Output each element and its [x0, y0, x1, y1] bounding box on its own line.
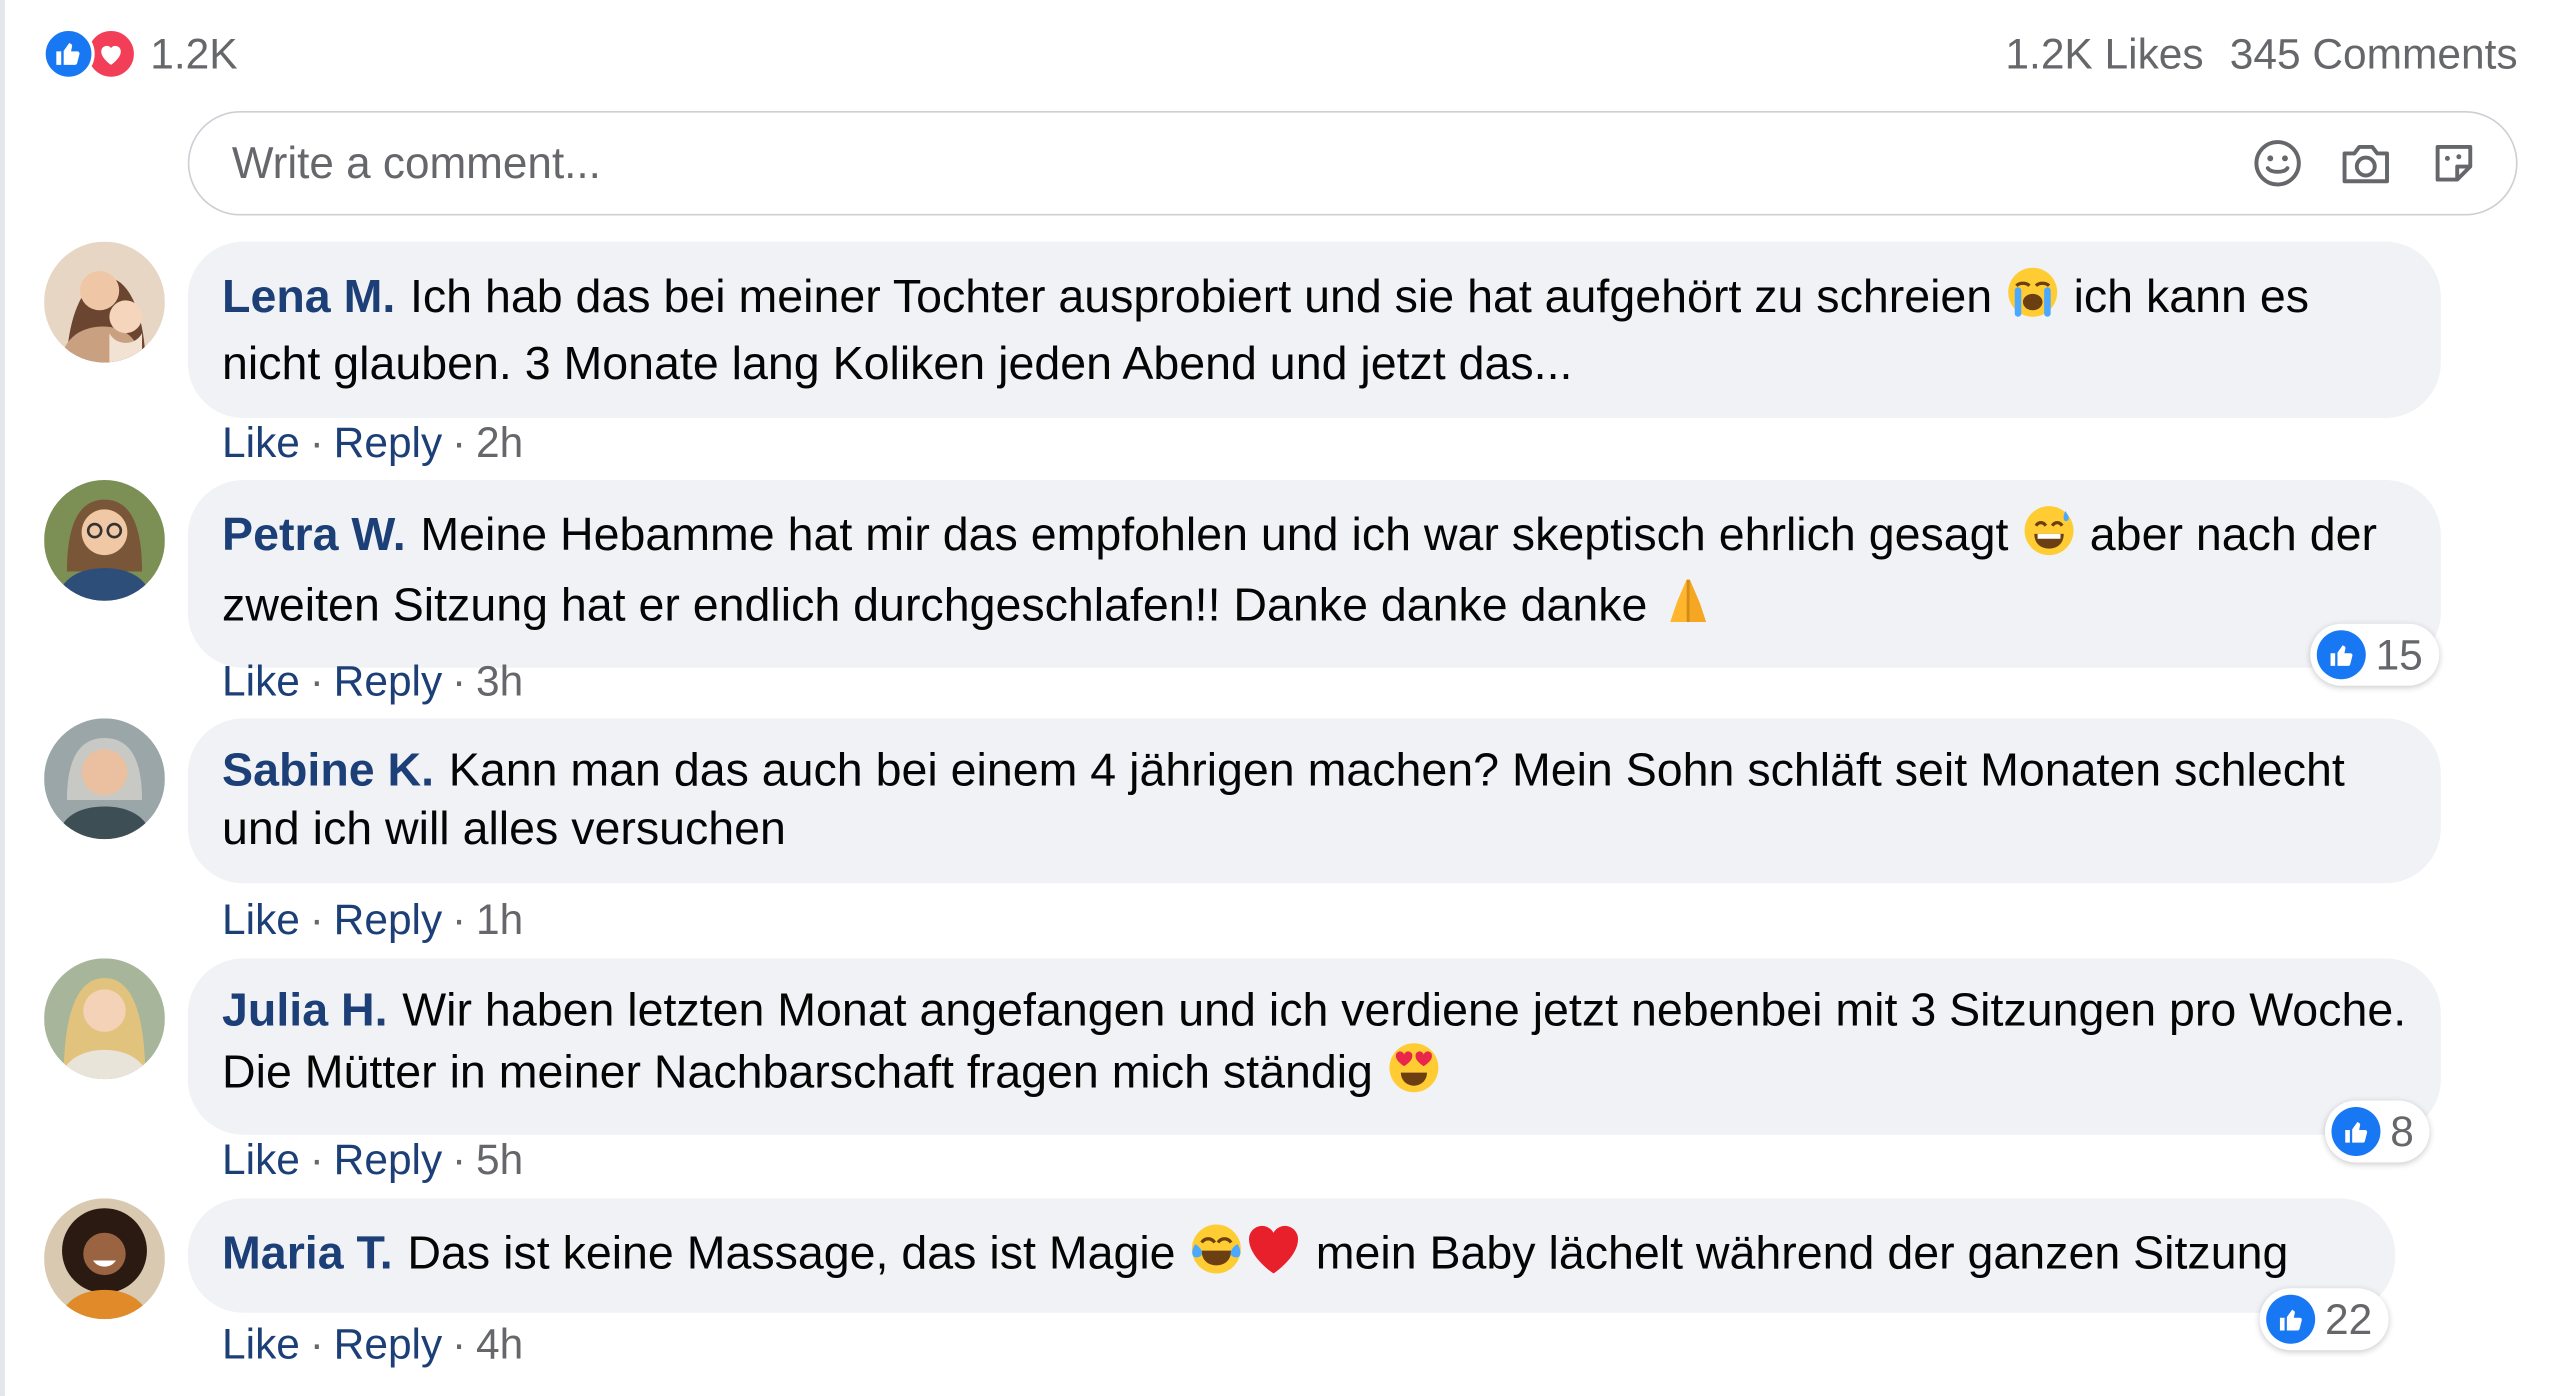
- comment-bubble: Lena M. Ich hab das bei meiner Tochter au…: [187, 241, 2441, 418]
- comment-author[interactable]: Lena M.: [222, 271, 395, 323]
- comment-text: Kann man das auch bei einem 4 jährigen m…: [222, 744, 2345, 856]
- reply-button[interactable]: Reply: [334, 1319, 443, 1370]
- separator: ·: [452, 417, 467, 467]
- comment-text: Das ist keine Massage, das ist Magie: [407, 1227, 1176, 1281]
- folded-hands-emoji: [1660, 573, 1716, 643]
- like-icon: [42, 27, 95, 81]
- crying-face-emoji: [2005, 264, 2061, 334]
- reply-button[interactable]: Reply: [334, 1135, 443, 1186]
- like-comment-button[interactable]: Like: [222, 418, 300, 469]
- grinning-sweat-emoji: [2021, 503, 2077, 573]
- left-border: [0, 0, 5, 1396]
- like-comment-button[interactable]: Like: [222, 1319, 300, 1370]
- separator: ·: [309, 1134, 324, 1184]
- comment-actions: Like · Reply · 3h: [222, 656, 523, 707]
- camera-icon[interactable]: [2340, 137, 2392, 189]
- comment-like-badge[interactable]: 15: [2310, 623, 2440, 686]
- reaction-summary[interactable]: 1.2K: [42, 27, 238, 81]
- like-icon: [2266, 1294, 2316, 1344]
- blonde-woman-avatar[interactable]: [44, 958, 165, 1080]
- separator: ·: [309, 1319, 324, 1369]
- like-count: 15: [2375, 629, 2423, 679]
- comment-input[interactable]: [228, 136, 2252, 191]
- tears-of-joy-emoji: [1189, 1221, 1245, 1291]
- like-count: 8: [2390, 1106, 2414, 1156]
- reaction-summary-bar: 1.2K 1.2K Likes 345 Comments: [42, 23, 2518, 85]
- comment-actions: Like · Reply · 2h: [222, 418, 523, 469]
- curly-haired-woman-avatar[interactable]: [44, 1198, 165, 1320]
- comment-author[interactable]: Julia H.: [222, 985, 388, 1037]
- comment-timestamp[interactable]: 4h: [476, 1319, 523, 1370]
- sticker-icon[interactable]: [2428, 137, 2480, 189]
- separator: ·: [452, 656, 467, 706]
- comment-timestamp[interactable]: 3h: [476, 656, 523, 707]
- separator: ·: [452, 894, 467, 944]
- separator: ·: [452, 1319, 467, 1369]
- like-comment-button[interactable]: Like: [222, 1135, 300, 1186]
- comment-actions: Like · Reply · 5h: [222, 1135, 523, 1186]
- comment-author[interactable]: Petra W.: [222, 509, 406, 561]
- comment-actions: Like · Reply · 4h: [222, 1319, 523, 1370]
- comment-author[interactable]: Sabine K.: [222, 745, 434, 797]
- gray-haired-woman-avatar[interactable]: [44, 718, 165, 840]
- reaction-count: 1.2K: [150, 28, 238, 78]
- like-comment-button[interactable]: Like: [222, 895, 300, 946]
- comment-bubble: Petra W. Meine Hebamme hat mir das empfoh…: [187, 480, 2441, 668]
- woman-with-glasses-avatar[interactable]: [44, 480, 165, 601]
- separator: ·: [309, 656, 324, 706]
- composer-tools: [2251, 137, 2480, 189]
- comment-bubble: Sabine K. Kann man das auch bei einem 4 j…: [187, 718, 2441, 884]
- engagement-counts: 1.2K Likes 345 Comments: [2005, 29, 2517, 80]
- reply-button[interactable]: Reply: [334, 656, 443, 707]
- comment-text: Meine Hebamme hat mir das empfohlen und …: [420, 509, 2009, 562]
- separator: ·: [452, 1134, 467, 1184]
- comment-timestamp[interactable]: 1h: [476, 895, 523, 946]
- comment-section: 1.2K 1.2K Likes 345 Comments Lena M. Ich …: [0, 0, 2560, 1396]
- like-icon: [2331, 1106, 2381, 1156]
- comment-bubble: Julia H. Wir haben letzten Monat angefang…: [187, 958, 2441, 1135]
- comment-text: Ich hab das bei meiner Tochter ausprobie…: [409, 271, 1993, 324]
- comment-like-badge[interactable]: 8: [2324, 1100, 2431, 1163]
- separator: ·: [309, 417, 324, 467]
- like-count: 22: [2324, 1293, 2373, 1343]
- emoji-icon[interactable]: [2251, 137, 2303, 189]
- comment-timestamp[interactable]: 5h: [476, 1135, 523, 1186]
- comment-composer: [187, 111, 2518, 216]
- comment-like-badge[interactable]: 22: [2259, 1288, 2389, 1351]
- like-comment-button[interactable]: Like: [222, 656, 300, 707]
- reply-button[interactable]: Reply: [334, 418, 443, 469]
- heart-eyes-emoji: [1386, 1040, 1442, 1110]
- likes-count-link[interactable]: 1.2K Likes: [2005, 29, 2203, 80]
- comment-bubble: Maria T. Das ist keine Massage, das ist M…: [187, 1198, 2396, 1313]
- reply-button[interactable]: Reply: [334, 895, 443, 946]
- mother-with-baby-avatar[interactable]: [44, 241, 165, 363]
- comment-timestamp[interactable]: 2h: [476, 418, 523, 469]
- comment-text: Wir haben letzten Monat angefangen und i…: [222, 984, 2407, 1099]
- comment-actions: Like · Reply · 1h: [222, 895, 523, 946]
- comment-author[interactable]: Maria T.: [222, 1228, 393, 1280]
- separator: ·: [309, 894, 324, 944]
- like-icon: [2316, 630, 2366, 680]
- comment-text-continued: mein Baby lächelt während der ganzen Sit…: [1315, 1227, 2289, 1281]
- comments-count-link[interactable]: 345 Comments: [2230, 29, 2518, 80]
- red-heart-emoji: [1244, 1221, 1303, 1291]
